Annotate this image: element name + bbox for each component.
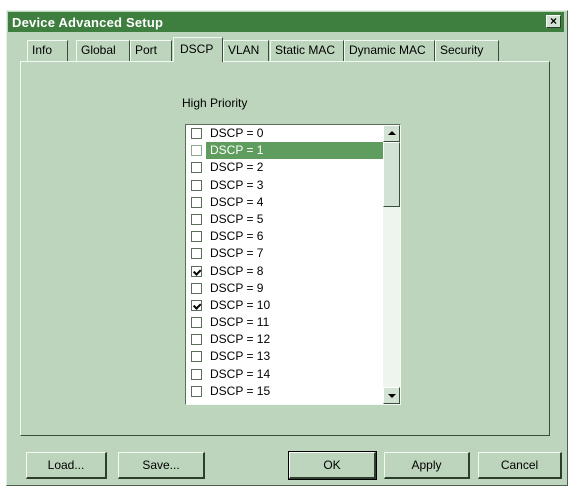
dscp-list-item[interactable]: DSCP = 7 xyxy=(186,245,383,262)
close-icon: × xyxy=(549,14,557,28)
dscp-list-item[interactable]: DSCP = 5 xyxy=(186,211,383,228)
dscp-checkbox[interactable] xyxy=(191,299,202,311)
close-button[interactable]: × xyxy=(546,15,561,28)
dscp-checkbox[interactable] xyxy=(191,179,202,191)
tab-port[interactable]: Port xyxy=(130,40,172,61)
dscp-list-item[interactable]: DSCP = 13 xyxy=(186,348,383,365)
ok-button[interactable]: OK xyxy=(288,451,377,480)
dscp-item-label: DSCP = 11 xyxy=(210,315,270,330)
tab-vlan[interactable]: VLAN xyxy=(223,40,269,61)
dscp-item-label: DSCP = 13 xyxy=(210,349,271,364)
arrow-down-icon xyxy=(388,394,396,398)
dscp-item-label: DSCP = 8 xyxy=(210,263,264,278)
dscp-item-label: DSCP = 7 xyxy=(210,246,264,261)
apply-button[interactable]: Apply xyxy=(384,452,470,479)
dscp-checkbox[interactable] xyxy=(191,213,202,225)
scroll-up-button[interactable] xyxy=(383,125,400,142)
dscp-checkbox[interactable] xyxy=(191,282,202,294)
dscp-checkbox[interactable] xyxy=(191,265,202,277)
high-priority-listbox[interactable]: DSCP = 0 DSCP = 1 DSCP = 2 DSCP = 3 DSCP = 4… xyxy=(185,124,401,405)
dscp-item-label: DSCP = 3 xyxy=(210,177,264,192)
save-button[interactable]: Save... xyxy=(118,452,205,479)
dscp-checkbox[interactable] xyxy=(191,128,202,139)
dscp-list: DSCP = 0 DSCP = 1 DSCP = 2 DSCP = 3 DSCP = 4… xyxy=(186,125,384,400)
dscp-list-item[interactable]: DSCP = 1 xyxy=(186,142,384,160)
dscp-list-item[interactable]: DSCP = 3 xyxy=(186,177,383,194)
dscp-checkbox[interactable] xyxy=(191,231,202,243)
dscp-checkbox[interactable] xyxy=(191,145,202,157)
dscp-checkbox[interactable] xyxy=(191,196,202,208)
title-bar[interactable]: Device Advanced Setup × xyxy=(8,12,564,32)
dscp-list-item[interactable]: DSCP = 8 xyxy=(186,263,383,280)
dscp-list-item[interactable]: DSCP = 11 xyxy=(186,314,383,331)
dscp-item-label: DSCP = 2 xyxy=(210,160,264,175)
dscp-item-label: DSCP = 9 xyxy=(210,280,264,295)
tab-info[interactable]: Info xyxy=(27,40,68,61)
dscp-list-item[interactable]: DSCP = 4 xyxy=(186,194,383,211)
tab-dynamic-mac[interactable]: Dynamic MAC xyxy=(344,40,435,61)
dscp-list-item[interactable]: DSCP = 9 xyxy=(186,280,383,297)
scroll-thumb[interactable] xyxy=(383,142,400,207)
scroll-down-button[interactable] xyxy=(383,387,400,404)
dscp-item-label: DSCP = 0 xyxy=(210,126,264,140)
window-title: Device Advanced Setup xyxy=(12,15,164,30)
dscp-checkbox[interactable] xyxy=(191,248,202,260)
tab-static-mac[interactable]: Static MAC xyxy=(270,40,344,61)
vertical-scrollbar[interactable] xyxy=(383,125,400,404)
dscp-checkbox[interactable] xyxy=(191,351,202,363)
dscp-item-label: DSCP = 15 xyxy=(210,383,271,398)
high-priority-label: High Priority xyxy=(182,96,248,110)
dscp-list-item[interactable]: DSCP = 2 xyxy=(186,159,383,176)
dscp-checkbox[interactable] xyxy=(191,334,202,346)
arrow-up-icon xyxy=(388,131,396,135)
tab-global[interactable]: Global xyxy=(76,40,130,61)
cancel-button[interactable]: Cancel xyxy=(478,452,562,479)
dscp-item-label: DSCP = 5 xyxy=(210,211,264,226)
dscp-item-label: DSCP = 12 xyxy=(210,332,271,347)
dscp-list-item[interactable]: DSCP = 12 xyxy=(186,331,383,348)
load-button[interactable]: Load... xyxy=(26,452,107,479)
dscp-item-label: DSCP = 1 xyxy=(206,142,384,160)
dscp-item-label: DSCP = 10 xyxy=(210,297,271,312)
dscp-list-item[interactable]: DSCP = 10 xyxy=(186,297,383,314)
dscp-checkbox[interactable] xyxy=(191,368,202,380)
dscp-item-label: DSCP = 14 xyxy=(210,366,271,381)
dscp-checkbox[interactable] xyxy=(191,385,202,397)
dscp-list-item[interactable]: DSCP = 15 xyxy=(186,383,383,400)
dscp-list-item[interactable]: DSCP = 0 xyxy=(186,125,383,142)
dscp-item-label: DSCP = 4 xyxy=(210,194,264,209)
dscp-checkbox[interactable] xyxy=(191,317,202,329)
dscp-list-item[interactable]: DSCP = 6 xyxy=(186,228,383,245)
dscp-checkbox[interactable] xyxy=(191,162,202,174)
tab-security[interactable]: Security xyxy=(435,40,499,61)
dscp-item-label: DSCP = 6 xyxy=(210,229,264,244)
tab-dscp[interactable]: DSCP xyxy=(173,37,223,62)
dscp-list-item[interactable]: DSCP = 14 xyxy=(186,366,383,383)
